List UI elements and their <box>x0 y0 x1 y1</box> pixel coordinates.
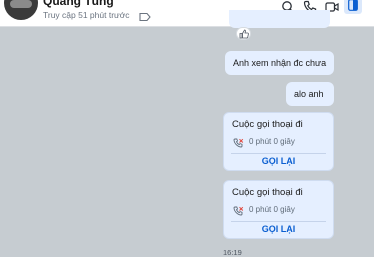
call-back-button[interactable]: GỌI LẠI <box>224 224 333 238</box>
message-bubble[interactable]: Anh xem nhận đc chưa <box>225 51 334 75</box>
call-title: Cuộc gọi thoại đi <box>232 119 303 130</box>
call-duration: 0 phút 0 giây <box>249 137 295 146</box>
message-text: alo anh <box>294 89 324 99</box>
panel-toggle-icon[interactable] <box>344 0 362 14</box>
call-back-button[interactable]: GỌI LẠI <box>224 156 333 170</box>
last-seen-status: Truy cập 51 phút trước <box>43 10 130 20</box>
previous-message-bubble[interactable] <box>229 10 330 28</box>
call-title: Cuộc gọi thoại đi <box>232 187 303 198</box>
message-timestamp: 16:19 <box>223 248 242 257</box>
message-text: Anh xem nhận đc chưa <box>233 58 327 68</box>
missed-call-icon <box>233 136 244 148</box>
missed-call-icon <box>233 204 244 216</box>
avatar[interactable] <box>4 0 38 20</box>
like-icon[interactable] <box>236 27 251 40</box>
call-duration: 0 phút 0 giây <box>249 205 295 214</box>
call-card[interactable]: Cuộc gọi thoại đi 0 phút 0 giây GỌI LẠI <box>223 180 334 239</box>
tag-icon[interactable] <box>139 9 151 22</box>
divider <box>231 153 326 154</box>
contact-name[interactable]: Quang Tùng <box>43 0 114 8</box>
message-bubble[interactable]: alo anh <box>286 82 334 106</box>
divider <box>231 221 326 222</box>
call-card[interactable]: Cuộc gọi thoại đi 0 phút 0 giây GỌI LẠI <box>223 112 334 171</box>
